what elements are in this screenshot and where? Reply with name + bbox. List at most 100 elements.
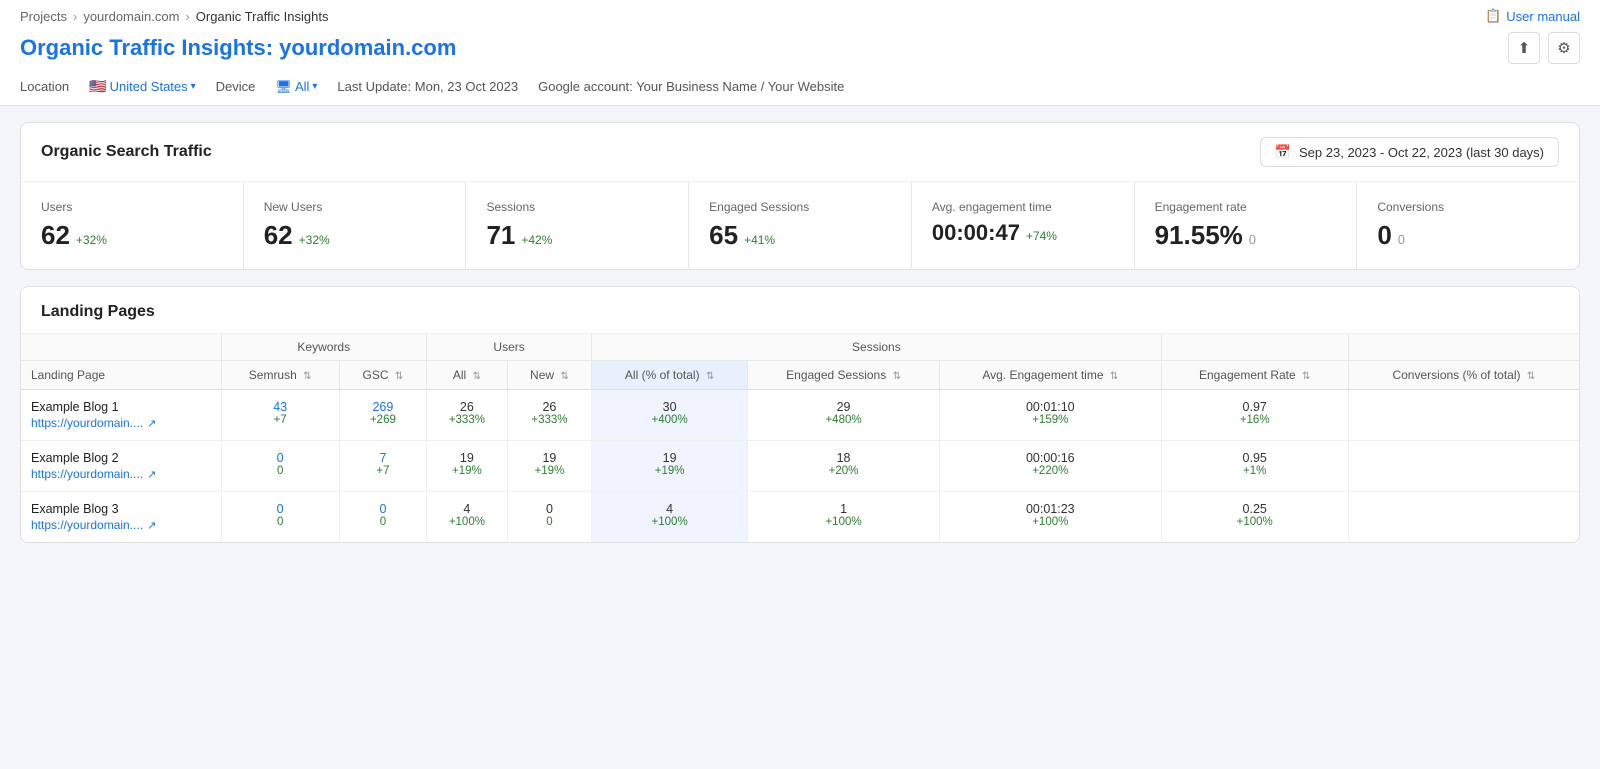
th-conversions-group-empty: [1348, 334, 1579, 361]
metric-sessions-label: Sessions: [486, 200, 668, 214]
row2-page-url[interactable]: https://yourdomain.... ↗: [31, 467, 211, 481]
th-users-group: Users: [427, 334, 592, 361]
th-sessions-group: Sessions: [592, 334, 1162, 361]
page-title: Organic Traffic Insights: yourdomain.com: [20, 35, 456, 61]
last-update: Last Update: Mon, 23 Oct 2023: [337, 79, 518, 94]
page-title-domain: yourdomain.com: [279, 35, 456, 60]
metric-conversions: Conversions 0 0: [1357, 182, 1579, 269]
row1-engaged-sessions: 29 +480%: [748, 390, 940, 441]
row3-page-name: Example Blog 3: [31, 502, 211, 516]
row2-gsc: 7 +7: [339, 441, 426, 492]
breadcrumb-projects[interactable]: Projects: [20, 9, 67, 24]
th-conversions[interactable]: Conversions (% of total) ⇅: [1348, 361, 1579, 390]
row3-engaged-sessions: 1 +100%: [748, 492, 940, 543]
metric-sessions-value: 71 +42%: [486, 220, 668, 251]
table-row: Example Blog 2 https://yourdomain.... ↗ …: [21, 441, 1579, 492]
gsc-sort-icon: ⇅: [395, 371, 403, 382]
date-range-value: Sep 23, 2023 - Oct 22, 2023 (last 30 day…: [1299, 145, 1544, 160]
location-chevron-icon: ▾: [191, 81, 196, 92]
row3-users-all: 4 +100%: [427, 492, 508, 543]
device-icon: 🖥: [275, 79, 292, 95]
page-title-row: Organic Traffic Insights: yourdomain.com…: [20, 28, 1580, 72]
row1-landing-page: Example Blog 1 https://yourdomain.... ↗: [21, 390, 221, 441]
device-chevron-icon: ▾: [312, 81, 317, 92]
title-actions: ⬆ ⚙: [1508, 32, 1580, 64]
metric-new-users-value: 62 +32%: [264, 220, 446, 251]
location-label: Location: [20, 79, 69, 94]
user-manual-label: User manual: [1506, 9, 1580, 24]
location-filter[interactable]: 🇺🇸 United States ▾: [89, 78, 196, 95]
breadcrumb-domain[interactable]: yourdomain.com: [83, 9, 179, 24]
row2-sessions-all: 19 +19%: [592, 441, 748, 492]
date-range-button[interactable]: 📅 Sep 23, 2023 - Oct 22, 2023 (last 30 d…: [1260, 137, 1559, 167]
row3-engagement-rate: 0.25 +100%: [1161, 492, 1348, 543]
row2-landing-page: Example Blog 2 https://yourdomain.... ↗: [21, 441, 221, 492]
semrush-sort-icon: ⇅: [303, 371, 311, 382]
th-gsc[interactable]: GSC ⇅: [339, 361, 426, 390]
row3-external-icon: ↗: [147, 519, 156, 532]
row3-avg-engagement: 00:01:23 +100%: [939, 492, 1161, 543]
th-engagement-rate[interactable]: Engagement Rate ⇅: [1161, 361, 1348, 390]
users-all-sort-icon: ⇅: [473, 371, 481, 382]
row2-engagement-rate: 0.95 +1%: [1161, 441, 1348, 492]
metric-sessions-change: +42%: [521, 233, 552, 247]
metric-new-users-change: +32%: [299, 233, 330, 247]
filters-row: Location 🇺🇸 United States ▾ Device 🖥 All…: [20, 72, 1580, 105]
row1-external-icon: ↗: [147, 417, 156, 430]
sessions-all-sort-icon: ⇅: [706, 371, 714, 382]
metric-engaged-label: Engaged Sessions: [709, 200, 891, 214]
organic-search-title: Organic Search Traffic: [41, 143, 212, 161]
metric-conv-value: 0 0: [1377, 220, 1559, 251]
row2-conversions: [1348, 441, 1579, 492]
main-content: Organic Search Traffic 📅 Sep 23, 2023 - …: [0, 106, 1600, 559]
th-semrush[interactable]: Semrush ⇅: [221, 361, 339, 390]
metric-rate-value: 91.55% 0: [1155, 220, 1337, 251]
breadcrumb-current: Organic Traffic Insights: [196, 9, 329, 24]
row1-page-name: Example Blog 1: [31, 400, 211, 414]
th-landing-page: Landing Page: [21, 361, 221, 390]
row2-engaged-sessions: 18 +20%: [748, 441, 940, 492]
metric-avg-value: 00:00:47 +74%: [932, 220, 1114, 246]
export-button[interactable]: ⬆: [1508, 32, 1540, 64]
row3-page-url[interactable]: https://yourdomain.... ↗: [31, 518, 211, 532]
metric-engaged-change: +41%: [744, 233, 775, 247]
us-flag-icon: 🇺🇸: [89, 78, 106, 95]
th-users-all[interactable]: All ⇅: [427, 361, 508, 390]
google-account-value: Your Business Name / Your Website: [636, 79, 844, 94]
row1-users-new: 26 +333%: [507, 390, 591, 441]
metric-users-label: Users: [41, 200, 223, 214]
th-sessions-all[interactable]: All (% of total) ⇅: [592, 361, 748, 390]
breadcrumb-sep-1: ›: [73, 9, 77, 24]
settings-button[interactable]: ⚙: [1548, 32, 1580, 64]
top-bar: Projects › yourdomain.com › Organic Traf…: [0, 0, 1600, 106]
table-row: Example Blog 3 https://yourdomain.... ↗ …: [21, 492, 1579, 543]
users-new-sort-icon: ⇅: [560, 371, 568, 382]
row3-landing-page: Example Blog 3 https://yourdomain.... ↗: [21, 492, 221, 543]
th-avg-engagement[interactable]: Avg. Engagement time ⇅: [939, 361, 1161, 390]
breadcrumb: Projects › yourdomain.com › Organic Traf…: [20, 9, 328, 24]
table-row: Example Blog 1 https://yourdomain.... ↗ …: [21, 390, 1579, 441]
row1-users-all: 26 +333%: [427, 390, 508, 441]
row3-conversions: [1348, 492, 1579, 543]
landing-pages-title: Landing Pages: [41, 303, 155, 320]
row3-sessions-all: 4 +100%: [592, 492, 748, 543]
calendar-icon: 📅: [1275, 144, 1291, 160]
user-manual-link[interactable]: 📋 User manual: [1485, 8, 1580, 24]
th-engaged-sessions[interactable]: Engaged Sessions ⇅: [748, 361, 940, 390]
metrics-row: Users 62 +32% New Users 62 +32% Sessions…: [21, 182, 1579, 269]
th-keywords-group: Keywords: [221, 334, 427, 361]
metric-sessions: Sessions 71 +42%: [466, 182, 689, 269]
metric-users: Users 62 +32%: [21, 182, 244, 269]
th-engagement-rate-group-empty: [1161, 334, 1348, 361]
row2-users-new: 19 +19%: [507, 441, 591, 492]
metric-users-value: 62 +32%: [41, 220, 223, 251]
metric-rate-sub: 0: [1249, 232, 1256, 247]
metric-conv-sub: 0: [1398, 232, 1405, 247]
col-header-row: Landing Page Semrush ⇅ GSC ⇅ All ⇅: [21, 361, 1579, 390]
row1-page-url[interactable]: https://yourdomain.... ↗: [31, 416, 211, 430]
th-users-new[interactable]: New ⇅: [507, 361, 591, 390]
metric-engaged-value: 65 +41%: [709, 220, 891, 251]
device-filter[interactable]: 🖥 All ▾: [275, 79, 317, 95]
metric-engaged-sessions: Engaged Sessions 65 +41%: [689, 182, 912, 269]
landing-pages-card: Landing Pages Keywords Users Sessions: [20, 286, 1580, 543]
